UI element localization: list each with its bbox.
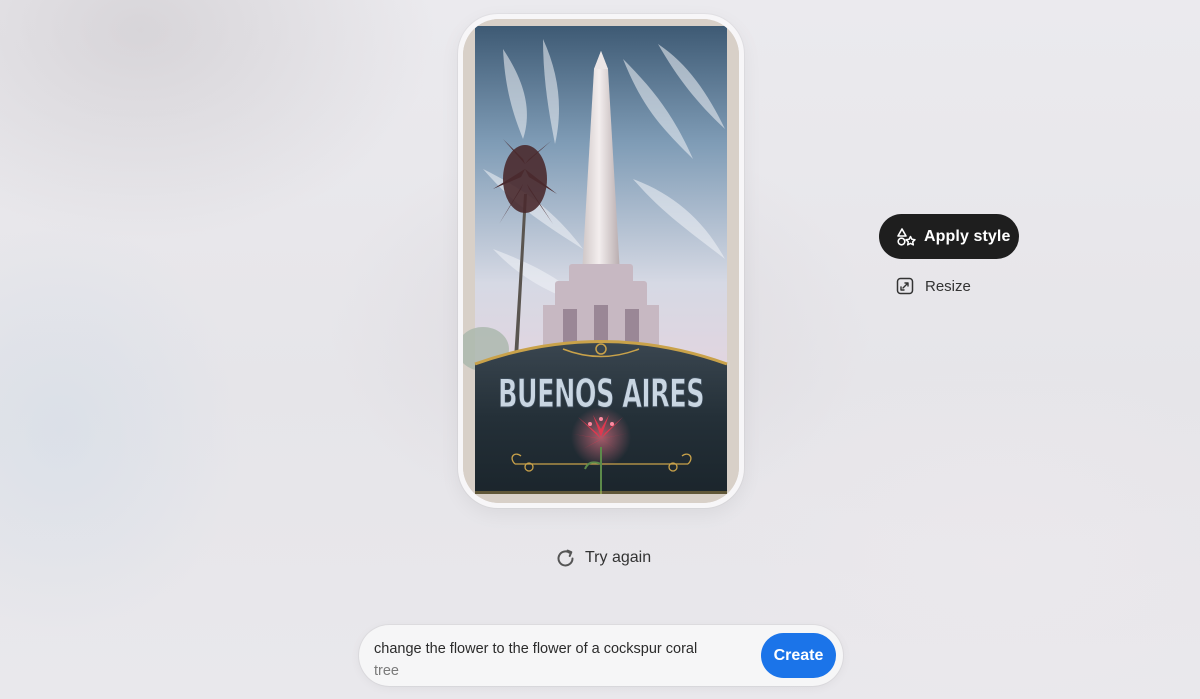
generated-image[interactable]: BUENOS AIRES <box>463 19 739 503</box>
create-button[interactable]: Create <box>761 633 836 678</box>
apply-style-button[interactable]: Apply style <box>879 214 1019 259</box>
prompt-line-2: tree <box>374 663 399 679</box>
resize-icon <box>896 277 914 295</box>
resize-label: Resize <box>925 277 971 295</box>
try-again-button[interactable]: Try again <box>555 545 651 571</box>
generated-image-card[interactable]: BUENOS AIRES <box>458 14 744 508</box>
shapes-icon <box>896 227 916 247</box>
apply-style-label: Apply style <box>924 227 1011 245</box>
refresh-icon <box>555 548 576 569</box>
resize-button[interactable]: Resize <box>896 274 971 298</box>
prompt-line-1: change the flower to the flower of a coc… <box>374 641 698 657</box>
prompt-bar: change the flower to the flower of a coc… <box>359 625 843 686</box>
try-again-label: Try again <box>585 549 652 566</box>
prompt-input[interactable]: change the flower to the flower of a coc… <box>374 638 746 680</box>
